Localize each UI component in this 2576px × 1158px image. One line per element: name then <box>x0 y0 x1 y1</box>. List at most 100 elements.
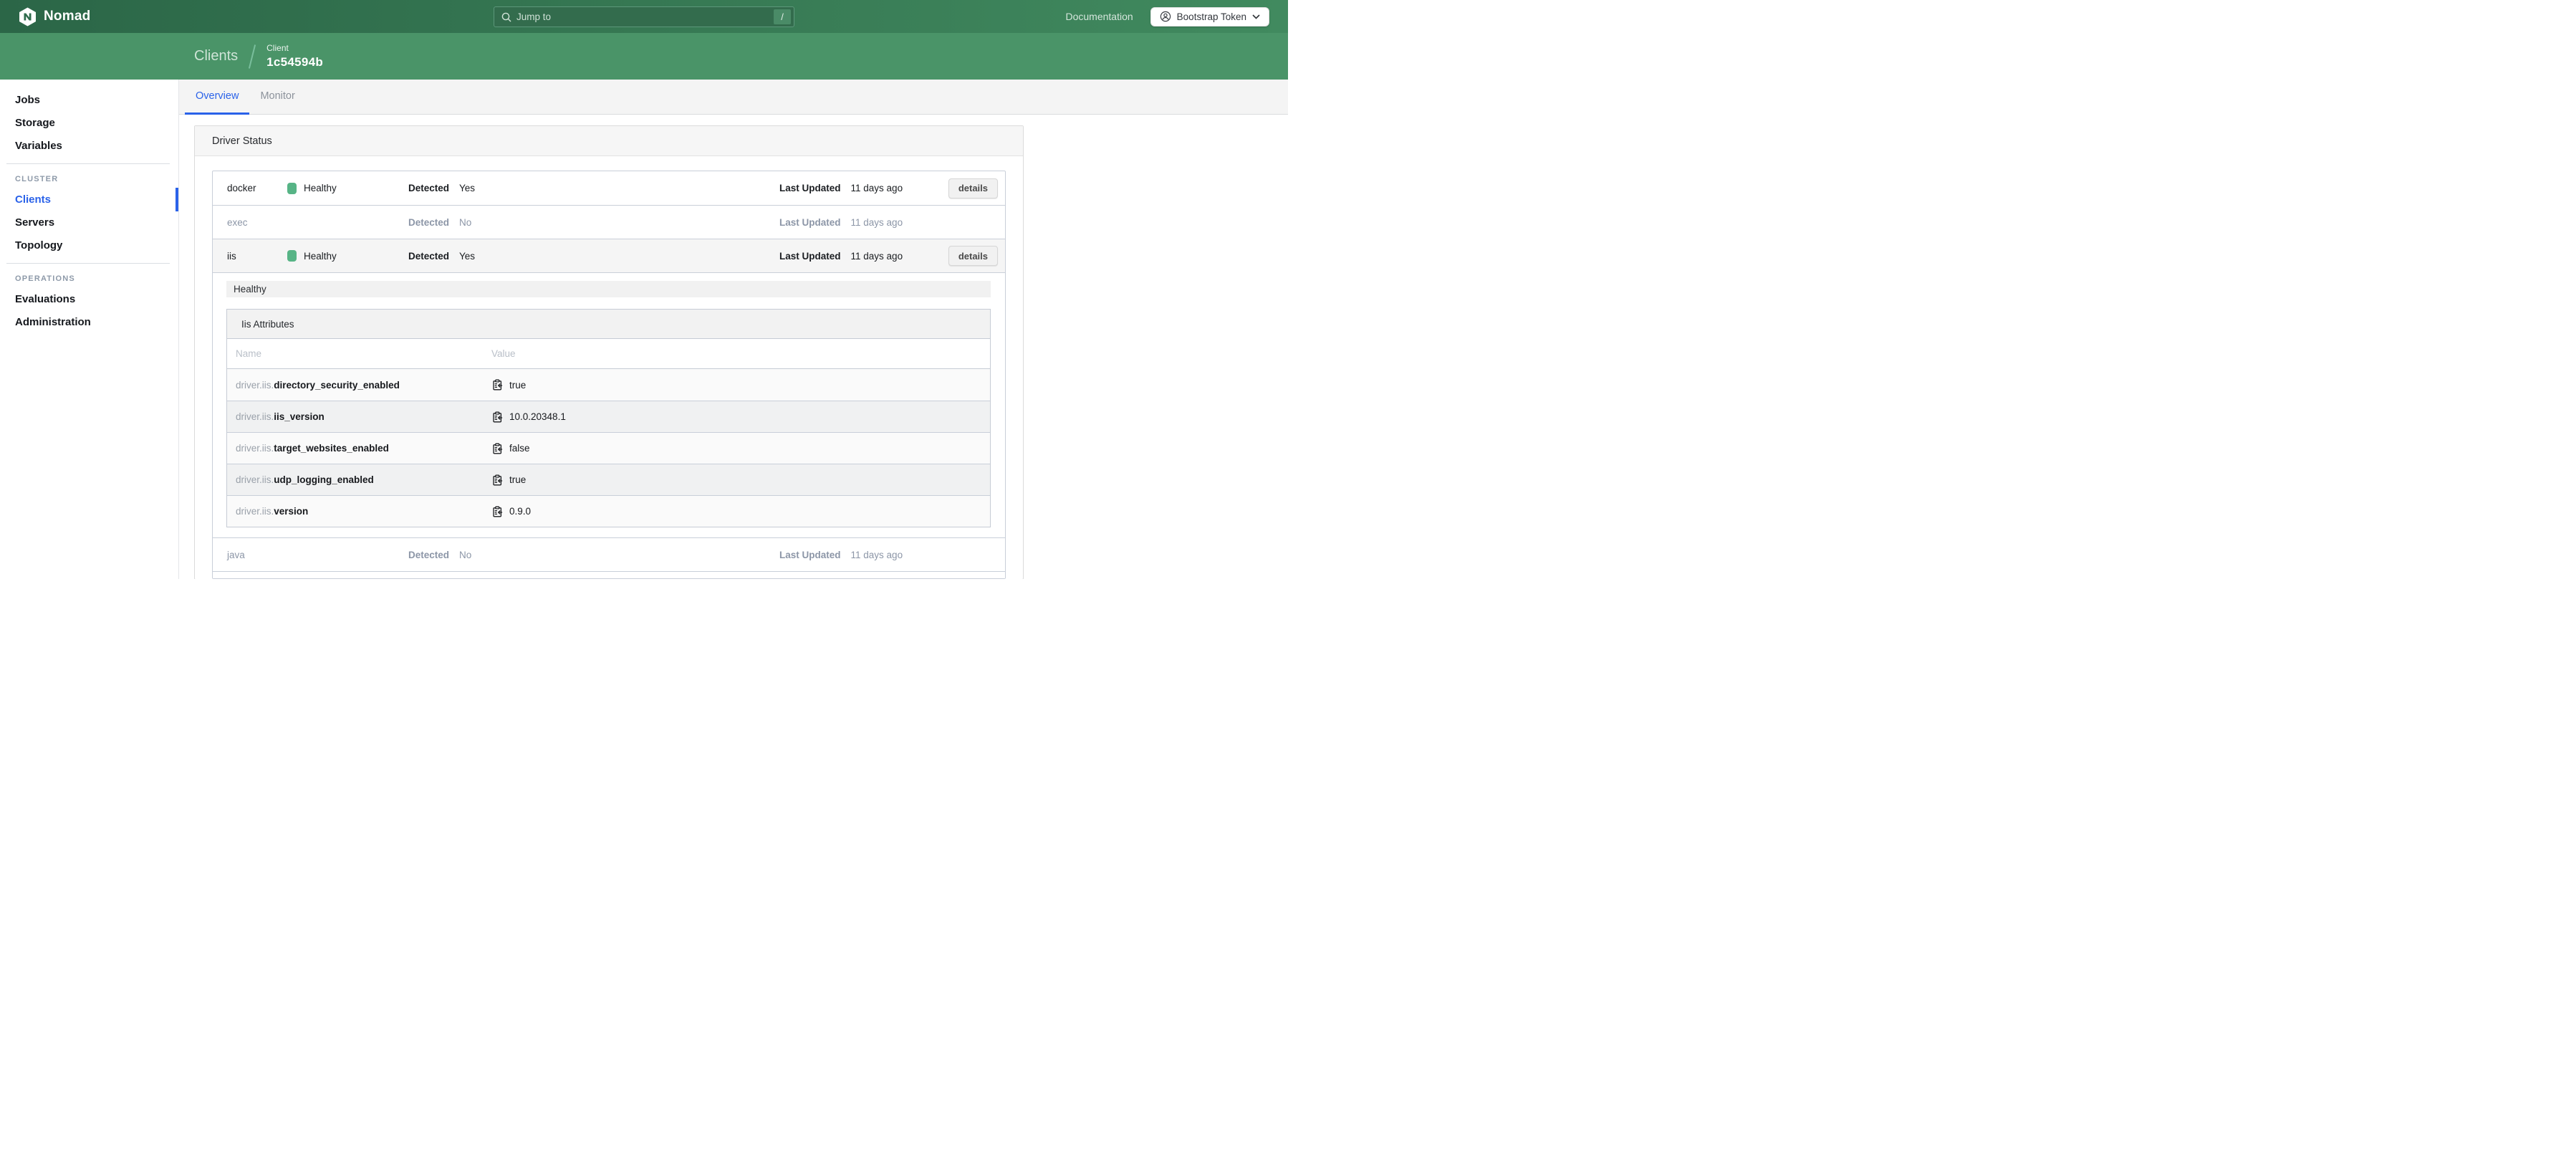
driver-name: java <box>227 549 245 560</box>
last-updated-value: 11 days ago <box>850 216 903 228</box>
attributes-rows: driver.iis.directory_security_enabled tru… <box>227 369 990 527</box>
copy-to-clipboard-icon[interactable] <box>491 411 503 423</box>
attribute-key: directory_security_enabled <box>274 379 400 391</box>
driver-detected-cell: Detected No <box>408 217 779 228</box>
attribute-prefix: driver.iis. <box>236 411 274 422</box>
attribute-row: driver.iis.udp_logging_enabled true <box>227 464 990 495</box>
column-header-name: Name <box>236 348 262 359</box>
breadcrumb-clients-link[interactable]: Clients <box>194 48 238 64</box>
nomad-logo-icon <box>19 7 37 27</box>
breadcrumb-entity-id: 1c54594b <box>266 55 324 69</box>
panel-title: Driver Status <box>195 126 1023 156</box>
main-area: Overview Monitor Driver Status docker Heal… <box>179 80 1288 579</box>
chevron-down-icon <box>1252 14 1260 19</box>
breadcrumb-divider <box>249 44 256 69</box>
brand-text: Nomad <box>44 9 91 24</box>
health-label: Healthy <box>304 183 337 193</box>
documentation-link[interactable]: Documentation <box>1066 11 1133 22</box>
search-input[interactable] <box>516 11 769 22</box>
column-header-value: Value <box>491 348 516 359</box>
details-slot: details <box>948 178 998 198</box>
sidebar-item-clients[interactable]: Clients <box>0 188 178 211</box>
attribute-value-cell: 10.0.20348.1 <box>491 411 990 423</box>
last-updated-label: Last Updated <box>779 250 841 262</box>
attribute-key: udp_logging_enabled <box>274 474 374 485</box>
attribute-row: driver.iis.version 0.9.0 <box>227 495 990 527</box>
copy-to-clipboard-icon[interactable] <box>491 379 503 391</box>
driver-health-cell: Healthy <box>287 250 408 262</box>
active-item-indicator <box>176 188 178 211</box>
driver-last-updated-cell: Last Updated 11 days ago <box>779 550 941 560</box>
driver-list: docker Healthy Detected Yes Last Updated 11 d… <box>212 171 1006 579</box>
sidebar-divider <box>6 163 170 164</box>
attribute-name-cell: driver.iis.iis_version <box>236 411 491 422</box>
attribute-value-cell: true <box>491 474 990 486</box>
sidebar-item-variables[interactable]: Variables <box>0 135 178 158</box>
navbar-right: Documentation Bootstrap Token <box>1066 6 1269 27</box>
driver-name: iis <box>227 250 236 262</box>
panel-body: docker Healthy Detected Yes Last Updated 11 d… <box>195 156 1023 579</box>
attributes-panel: Iis Attributes Name Value driver.iis.direct… <box>226 309 991 527</box>
sidebar-item-jobs[interactable]: Jobs <box>0 89 178 112</box>
sidebar-item-topology[interactable]: Topology <box>0 234 178 257</box>
attribute-key: iis_version <box>274 411 325 422</box>
details-slot: details <box>948 246 998 266</box>
search-icon <box>501 12 511 22</box>
driver-name: exec <box>227 216 248 228</box>
page-body: Jobs Storage Variables CLUSTER Clients Server… <box>0 80 1288 579</box>
copy-to-clipboard-icon[interactable] <box>491 443 503 454</box>
driver-health-banner: Healthy <box>226 281 991 297</box>
tab-monitor[interactable]: Monitor <box>249 80 305 115</box>
sidebar-group-label-cluster: CLUSTER <box>15 175 59 183</box>
attribute-value-text: 10.0.20348.1 <box>509 411 566 422</box>
driver-row-iis: iis Healthy Detected Yes Last Updated 11 days… <box>213 239 1005 272</box>
copy-to-clipboard-icon[interactable] <box>491 474 503 486</box>
content-area: Driver Status docker Healthy Detected Yes La… <box>179 115 1288 579</box>
sidebar-item-evaluations[interactable]: Evaluations <box>0 288 178 311</box>
sidebar-item-administration[interactable]: Administration <box>0 311 178 334</box>
top-navbar: Nomad / Documentation Bootstrap Token <box>0 0 1288 33</box>
details-button[interactable]: details <box>948 246 998 266</box>
attribute-row: driver.iis.directory_security_enabled tru… <box>227 369 990 401</box>
driver-row-docker: docker Healthy Detected Yes Last Updated 11 d… <box>213 171 1005 205</box>
next-row-stub <box>213 571 1005 578</box>
last-updated-label: Last Updated <box>779 549 841 560</box>
nomad-home-link[interactable]: Nomad <box>19 7 90 27</box>
bootstrap-token-button[interactable]: Bootstrap Token <box>1150 6 1269 27</box>
copy-to-clipboard-icon[interactable] <box>491 506 503 517</box>
driver-status-panel: Driver Status docker Healthy Detected Yes La… <box>194 125 1024 579</box>
detected-value: No <box>459 216 472 228</box>
driver-health-cell: Healthy <box>287 182 408 194</box>
driver-detected-cell: Detected Yes <box>408 183 779 193</box>
person-circle-icon <box>1160 11 1171 22</box>
attribute-prefix: driver.iis. <box>236 474 274 485</box>
sidebar-item-storage[interactable]: Storage <box>0 112 178 135</box>
sidebar: Jobs Storage Variables CLUSTER Clients Server… <box>0 80 179 579</box>
driver-row-java: java Detected No Last Updated 11 days ago <box>213 537 1005 571</box>
jump-to-search[interactable]: / <box>494 6 794 27</box>
health-status-badge <box>287 182 297 194</box>
attributes-column-headers: Name Value <box>227 339 990 369</box>
detected-value: Yes <box>459 183 476 193</box>
health-status-badge <box>287 250 297 262</box>
attribute-row: driver.iis.target_websites_enabled false <box>227 432 990 464</box>
attribute-value-cell: 0.9.0 <box>491 506 990 517</box>
attribute-name-cell: driver.iis.version <box>236 506 491 517</box>
sidebar-item-servers[interactable]: Servers <box>0 211 178 234</box>
driver-last-updated-cell: Last Updated 11 days ago <box>779 251 941 262</box>
driver-detected-cell: Detected Yes <box>408 251 779 262</box>
last-updated-value: 11 days ago <box>850 183 903 193</box>
attribute-value-text: true <box>509 379 527 391</box>
attribute-row: driver.iis.iis_version 10.0.20348.1 <box>227 401 990 432</box>
last-updated-value: 11 days ago <box>850 250 903 262</box>
driver-detected-cell: Detected No <box>408 550 779 560</box>
driver-row-exec: exec Detected No Last Updated 11 days ago <box>213 205 1005 239</box>
attribute-key: version <box>274 506 309 517</box>
details-button[interactable]: details <box>948 178 998 198</box>
attribute-name-cell: driver.iis.udp_logging_enabled <box>236 474 491 485</box>
detected-label: Detected <box>408 216 450 228</box>
detected-label: Detected <box>408 250 450 262</box>
breadcrumb-client-link[interactable]: Client 1c54594b <box>266 43 323 70</box>
attribute-value-text: 0.9.0 <box>509 506 532 517</box>
tab-overview[interactable]: Overview <box>185 80 250 115</box>
